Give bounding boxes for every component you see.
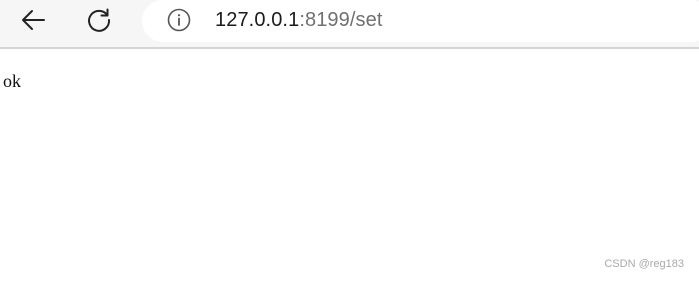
url-text[interactable]: 127.0.0.1:8199/set [215,7,383,33]
reload-button[interactable] [79,0,119,40]
url-path: :8199/set [299,9,383,31]
url-host: 127.0.0.1 [215,9,300,31]
address-bar[interactable]: 127.0.0.1:8199/set [142,0,699,42]
page-body-text: ok [3,71,21,91]
reload-icon [88,8,111,32]
arrow-left-icon [22,10,45,30]
info-icon[interactable] [167,8,191,32]
browser-toolbar: 127.0.0.1:8199/set [0,0,699,49]
watermark: CSDN @reg183 [604,258,684,270]
back-button[interactable] [13,0,53,40]
